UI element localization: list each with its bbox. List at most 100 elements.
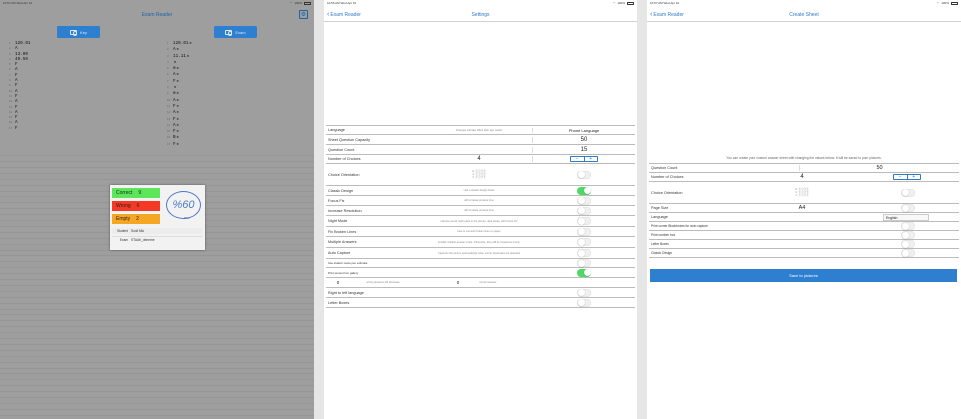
camera-icon	[70, 29, 78, 36]
focus-fix-toggle[interactable]	[577, 196, 591, 205]
corner-blockboxes-toggle[interactable]	[901, 222, 915, 230]
auto-capture-toggle[interactable]	[577, 249, 591, 257]
answer-value: A	[15, 109, 18, 115]
camera-icon	[225, 29, 233, 36]
scan-exam-button[interactable]: Exam	[214, 26, 257, 38]
penalty-wrong-desc: wrong answers will decrease	[366, 281, 400, 284]
row-label: Print number box	[651, 233, 676, 237]
orientation-toggle[interactable]	[901, 188, 915, 197]
language-select[interactable]: English	[883, 213, 929, 221]
choices-stepper[interactable]: − +	[570, 156, 598, 162]
language-value[interactable]: Phone Language	[532, 127, 635, 133]
auto-capture-row: Auto Capture Captures the picture automa…	[326, 248, 635, 259]
question-count-row[interactable]: Question Count 50	[649, 164, 959, 173]
answer-value: A	[173, 47, 176, 53]
list-item: 17 F	[9, 126, 30, 131]
resolution-toggle[interactable]	[577, 206, 591, 215]
answer-value: ⊗	[173, 91, 176, 97]
answer-value: 13.00	[15, 51, 28, 57]
answer-value: F	[15, 62, 18, 68]
row-desc: Use a classic design sheet	[463, 189, 495, 192]
battery-icon	[304, 1, 311, 5]
fix-broken-lines-toggle[interactable]	[577, 227, 591, 236]
row-desc: tries to connect broken lines on paper	[457, 230, 501, 233]
multiple-answers-toggle[interactable]	[577, 238, 591, 246]
number-box-toggle[interactable]	[901, 231, 915, 239]
letter-boxes-row: Letter Boxes	[649, 240, 959, 249]
result-popup[interactable]: Correct 9 Wrong 6 Empty 2 %60 9/6 ≡ Stud…	[110, 185, 205, 250]
answer-value: A	[173, 110, 176, 116]
answer-value: F	[173, 141, 176, 147]
orientation-row[interactable]: Choice Orientation A ⓑⓒⓓⓔ 1 ⓑⓒⓓⓔ 1 ⓑⓒⓓⓔ	[649, 182, 959, 204]
answer-number: 4	[167, 60, 169, 64]
row-label: Letter Boxes	[651, 242, 669, 246]
answer-value: A	[15, 88, 18, 94]
intro-text: You can create your custom answer sheet …	[726, 156, 882, 160]
corner-blockboxes-row: Print corner Blockboxes for auto capture	[649, 222, 959, 231]
status-time: 10:56 AM	[327, 1, 340, 5]
wrong-mark-icon: ⊗	[176, 136, 179, 141]
list-item: 17 F⊗	[167, 142, 192, 148]
classic-design-toggle[interactable]	[901, 249, 915, 257]
settings-button[interactable]: ⚙	[299, 10, 308, 19]
orientation-row[interactable]: Choice Orientation A ⓑⓒⓓⓔ 1 ⓑⓒⓓⓔ 1 ⓑⓒⓓⓔ	[326, 164, 635, 186]
row-desc: Changes will take effect after app resta…	[455, 128, 503, 132]
capacity-value[interactable]: 50	[532, 136, 635, 143]
wrong-mark-icon: ⊗	[186, 54, 190, 59]
create-sheet-screen: 10:57 AM Wed Apr 10 ◠ 100% ‹ Exam Reader C…	[647, 0, 961, 419]
row-label: Choice Orientation	[328, 172, 360, 177]
wifi-icon: ◠	[936, 1, 940, 5]
wrong-mark-icon: ⊗	[176, 73, 179, 78]
row-label: Language	[328, 128, 345, 132]
letter-boxes-toggle[interactable]	[901, 240, 915, 248]
plus-icon[interactable]: +	[906, 175, 921, 180]
page-size-value[interactable]: A4	[749, 205, 855, 211]
empty-label: Empty	[116, 216, 131, 222]
language-row: Language English	[649, 213, 959, 222]
key-answer-list: 1 120.01 2 A 3 13.00 4 40.50 5 F 6 A 7 F 8 A 9 F 10 A 11 F 12 A…	[9, 41, 30, 131]
choices-value: 4	[477, 155, 481, 162]
print-gallery-toggle[interactable]	[577, 268, 591, 277]
back-button[interactable]: ‹ Exam Reader	[650, 11, 684, 18]
back-button[interactable]: ‹ Exam Reader	[327, 11, 361, 18]
question-count-value[interactable]: 50	[799, 165, 959, 171]
question-count-value[interactable]: 15	[532, 146, 635, 153]
save-to-pictures-button[interactable]: Save to pictures	[650, 269, 957, 282]
penalty-wrong-input[interactable]: 0	[328, 280, 348, 285]
choices-stepper[interactable]: − +	[893, 174, 921, 180]
answer-value: F	[15, 104, 18, 110]
student-name-toggle[interactable]	[577, 259, 591, 267]
battery-icon	[951, 1, 958, 5]
capacity-row[interactable]: Sheet Question Capacity 50	[326, 135, 635, 145]
minus-icon[interactable]: −	[894, 175, 907, 180]
row-label: Night Mode	[328, 219, 348, 223]
orientation-toggle[interactable]	[577, 170, 591, 179]
row-label: Increase Resolution	[328, 208, 362, 213]
status-time: 10:57 AM	[3, 1, 16, 5]
page-size-toggle[interactable]	[901, 204, 915, 212]
letter-boxes-toggle[interactable]	[577, 298, 591, 307]
language-row[interactable]: Language Changes will take effect after …	[326, 126, 635, 135]
choices-value: 4	[800, 173, 804, 180]
question-count-row[interactable]: Question Count 15	[326, 145, 635, 155]
resolution-row: Increase Resolution will increase proces…	[326, 206, 635, 216]
night-mode-toggle[interactable]	[577, 217, 591, 225]
row-label: Auto Capture	[328, 251, 351, 255]
rtl-toggle[interactable]	[577, 288, 591, 297]
plus-icon[interactable]: +	[583, 157, 598, 162]
exam-info-value: STAAK_deneme	[131, 238, 155, 242]
answer-value: 120.01	[173, 41, 189, 46]
minus-icon[interactable]: −	[571, 157, 584, 162]
row-desc: will increase process time	[464, 209, 494, 212]
wrong-mark-icon: ⊗	[176, 92, 179, 97]
correct-count-bar: Correct 9	[112, 188, 160, 198]
answer-value: 11.11	[173, 53, 186, 59]
answer-value: A	[15, 120, 18, 126]
penalty-correct-input[interactable]: 0	[448, 280, 468, 285]
row-desc: reduces pencil mark glare in the picture…	[440, 219, 518, 223]
classic-design-toggle[interactable]	[577, 186, 591, 195]
wrong-mark-icon: ⊗	[176, 142, 179, 147]
wrong-value: 6	[136, 203, 140, 209]
wifi-icon: ◠	[289, 1, 293, 5]
scan-key-button[interactable]: Key	[57, 26, 100, 38]
